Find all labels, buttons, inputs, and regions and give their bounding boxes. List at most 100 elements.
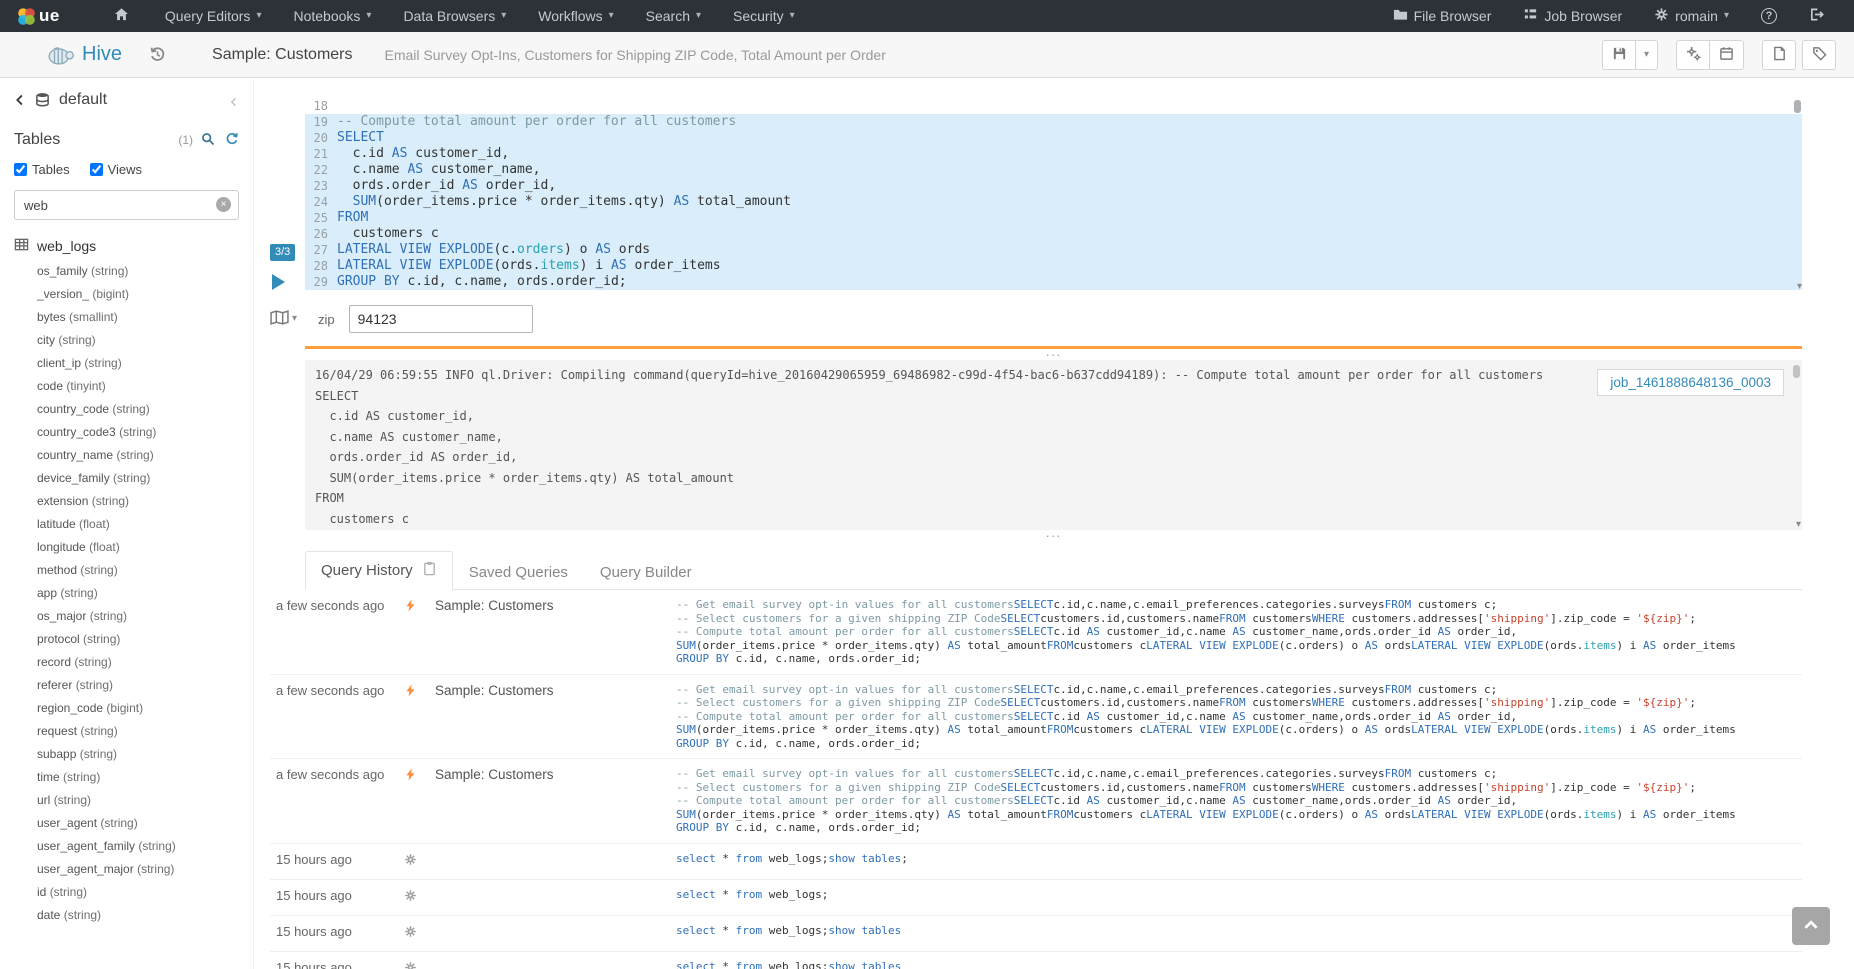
table-column[interactable]: url (string) [14,789,239,812]
history-row[interactable]: 15 hours ago select * from web_logs;show… [270,916,1802,952]
results-tab[interactable]: Query Builder [584,554,708,590]
history-row[interactable]: 15 hours ago select * from web_logs;show… [270,844,1802,880]
table-column[interactable]: app (string) [14,582,239,605]
editor-line[interactable]: 21 c.id AS customer_id, [305,146,1802,162]
save-button[interactable] [1602,40,1636,70]
nav-menu-item[interactable]: Notebooks ▾ [277,0,387,32]
column-name: city [37,333,55,347]
logout-button[interactable] [1793,0,1840,32]
log-scrollbar-thumb[interactable] [1793,365,1800,378]
clear-filter-icon[interactable]: × [216,197,231,212]
job-browser-link[interactable]: Job Browser [1507,0,1638,32]
line-number: 28 [305,258,337,274]
scroll-to-top-button[interactable] [1792,907,1830,945]
user-menu[interactable]: romain ▾ [1638,0,1745,32]
table-column[interactable]: country_code3 (string) [14,421,239,444]
execute-query-button[interactable] [272,274,285,290]
schedule-button[interactable] [1710,40,1744,70]
filter-tables-checkbox[interactable]: Tables [14,162,70,177]
resize-grip-top[interactable]: ··· [305,349,1802,360]
top-navbar: ue Query Editors ▾ Notebooks ▾ Data Brow… [0,0,1854,32]
nav-menu-item[interactable]: Query Editors ▾ [149,0,278,32]
editor-line[interactable]: 28LATERAL VIEW EXPLODE(ords.items) i AS … [305,258,1802,274]
sql-editor[interactable]: 3/3 1819-- Compute total amount per orde… [305,98,1802,290]
file-browser-link[interactable]: File Browser [1377,0,1508,32]
table-column[interactable]: date (string) [14,904,239,927]
filter-views-checkbox[interactable]: Views [90,162,142,177]
table-column[interactable]: os_major (string) [14,605,239,628]
table-column[interactable]: referer (string) [14,674,239,697]
nav-menu-item[interactable]: Security ▾ [717,0,811,32]
nav-menu-item[interactable]: Workflows ▾ [522,0,629,32]
history-row[interactable]: 15 hours ago select * from web_logs;show… [270,952,1802,969]
results-tab[interactable]: Query History [305,551,453,590]
results-tab[interactable]: Saved Queries [453,554,584,590]
column-type: (string) [83,632,120,646]
table-column[interactable]: country_code (string) [14,398,239,421]
nav-menu-item[interactable]: Data Browsers ▾ [387,0,522,32]
table-column[interactable]: _version_ (bigint) [14,283,239,306]
history-row[interactable]: 15 hours ago select * from web_logs; [270,880,1802,916]
table-column[interactable]: user_agent_major (string) [14,858,239,881]
history-row[interactable]: a few seconds ago Sample: Customers -- G… [270,759,1802,844]
table-column[interactable]: client_ip (string) [14,352,239,375]
editor-line[interactable]: 23 ords.order_id AS order_id, [305,178,1802,194]
table-column[interactable]: longitude (float) [14,536,239,559]
tables-checkbox-input[interactable] [14,163,27,176]
table-item-web-logs[interactable]: web_logs [14,237,239,255]
home-button[interactable] [100,0,143,32]
nav-menu-item[interactable]: Search ▾ [630,0,717,32]
new-document-button[interactable] [1762,40,1796,70]
query-history-icon[interactable] [148,46,166,64]
table-column[interactable]: device_family (string) [14,467,239,490]
editor-line[interactable]: 27LATERAL VIEW EXPLODE(c.orders) o AS or… [305,242,1802,258]
log-scroll-down-icon[interactable]: ▾ [1796,519,1801,530]
table-column[interactable]: method (string) [14,559,239,582]
refresh-tables-button[interactable] [225,132,239,149]
editor-line[interactable]: 19-- Compute total amount per order for … [305,114,1802,130]
editor-line[interactable]: 25FROM [305,210,1802,226]
table-column[interactable]: protocol (string) [14,628,239,651]
table-column[interactable]: region_code (bigint) [14,697,239,720]
table-column[interactable]: extension (string) [14,490,239,513]
table-column[interactable]: subapp (string) [14,743,239,766]
views-checkbox-input[interactable] [90,163,103,176]
table-column[interactable]: user_agent_family (string) [14,835,239,858]
table-column[interactable]: code (tinyint) [14,375,239,398]
editor-line[interactable]: 18 [305,98,1802,114]
collapse-panel-icon[interactable] [229,94,239,106]
job-link[interactable]: job_1461888648136_0003 [1597,369,1784,396]
save-options-button[interactable]: ▾ [1636,40,1658,70]
table-column[interactable]: id (string) [14,881,239,904]
table-column[interactable]: bytes (smallint) [14,306,239,329]
line-number: 21 [305,146,337,162]
hue-logo[interactable]: ue [0,0,70,32]
table-column[interactable]: latitude (float) [14,513,239,536]
table-column[interactable]: record (string) [14,651,239,674]
editor-scroll-down-icon[interactable]: ▾ [1797,281,1802,292]
tags-button[interactable] [1802,40,1836,70]
editor-line[interactable]: 26 customers c [305,226,1802,242]
table-column[interactable]: user_agent (string) [14,812,239,835]
table-column[interactable]: country_name (string) [14,444,239,467]
search-tables-button[interactable] [201,132,215,149]
variable-value-input[interactable] [349,305,533,333]
editor-scrollbar-thumb[interactable] [1794,100,1801,113]
resize-grip-bottom[interactable]: ··· [305,530,1802,541]
history-row[interactable]: a few seconds ago Sample: Customers -- G… [270,590,1802,675]
table-filter-input[interactable] [14,190,239,220]
history-row[interactable]: a few seconds ago Sample: Customers -- G… [270,675,1802,760]
back-chevron-icon[interactable] [14,93,26,107]
editor-line[interactable]: 29GROUP BY c.id, c.name, ords.order_id; [305,274,1802,290]
variables-menu-button[interactable]: ▾ [270,310,297,328]
settings-button[interactable] [1676,40,1710,70]
editor-line[interactable]: 20SELECT [305,130,1802,146]
editor-line[interactable]: 24 SUM(order_items.price * order_items.q… [305,194,1802,210]
database-name[interactable]: default [59,91,107,109]
help-button[interactable]: ? [1745,0,1793,32]
table-column[interactable]: time (string) [14,766,239,789]
editor-line[interactable]: 22 c.name AS customer_name, [305,162,1802,178]
table-column[interactable]: request (string) [14,720,239,743]
table-column[interactable]: os_family (string) [14,260,239,283]
table-column[interactable]: city (string) [14,329,239,352]
